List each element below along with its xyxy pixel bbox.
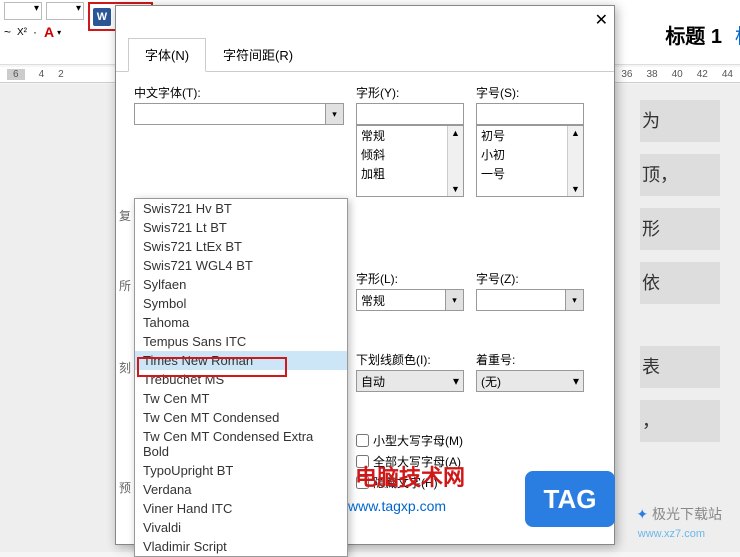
document-text: 为 顶， 形 依 表 ， [640, 100, 720, 454]
font-option[interactable]: Tahoma [135, 313, 347, 332]
font-size-dd[interactable] [46, 2, 84, 20]
font-option[interactable]: Tempus Sans ITC [135, 332, 347, 351]
ruler-mark: 38 [647, 69, 658, 80]
font-option[interactable]: Symbol [135, 294, 347, 313]
font-option[interactable]: Trebuchet MS [135, 370, 347, 389]
font-option-selected[interactable]: Times New Roman [135, 351, 347, 370]
watermark-text-2: 极光下载站 [636, 504, 722, 524]
doc-line: 表 [640, 346, 720, 388]
size-input[interactable] [476, 103, 584, 125]
style-heading2[interactable]: 标 [735, 20, 740, 49]
underline-color-select[interactable]: 自动 ▾ [356, 370, 464, 392]
dash-icon: ~ [4, 25, 11, 39]
font-option[interactable]: Vladimir Script [135, 537, 347, 556]
emphasis-label: 着重号: [476, 351, 584, 368]
doc-line: 依 [640, 262, 720, 304]
scroll-down-icon[interactable]: ▼ [569, 182, 582, 196]
chevron-down-icon[interactable]: ▾ [445, 290, 463, 310]
size-z-select[interactable]: ▾ [476, 289, 584, 311]
checkbox-icon[interactable] [356, 434, 369, 447]
ruler-mark: 40 [672, 69, 683, 80]
scrollbar[interactable]: ▲ ▼ [447, 126, 463, 196]
size-listbox[interactable]: 初号 小初 一号 ▲ ▼ [476, 125, 584, 197]
font-color-icon[interactable]: A [44, 24, 54, 40]
scroll-down-icon[interactable]: ▼ [449, 182, 462, 196]
doc-line: ， [640, 400, 720, 442]
ruler-mark: 2 [58, 69, 64, 80]
scroll-up-icon[interactable]: ▲ [449, 126, 462, 140]
chevron-down-icon[interactable]: ▾ [573, 374, 579, 388]
close-button[interactable]: ✕ [595, 10, 608, 30]
style-l-select[interactable]: 常规 ▾ [356, 289, 464, 311]
underline-color-value: 自动 [361, 373, 385, 390]
side-char: 预 [119, 479, 131, 496]
superscript-icon[interactable]: X² [14, 25, 30, 40]
scrollbar[interactable]: ▲ ▼ [567, 126, 583, 196]
ruler-mark: 6 [7, 69, 25, 80]
font-option[interactable]: TypoUpright BT [135, 461, 347, 480]
ruler-mark: 44 [722, 69, 733, 80]
font-option[interactable]: Swis721 Hv BT [135, 199, 347, 218]
doc-line: 为 [640, 100, 720, 142]
side-char: 复 [119, 207, 131, 224]
watermark-text: 电脑技术网 [355, 460, 465, 492]
font-option[interactable]: Vivaldi [135, 518, 347, 537]
font-option[interactable]: Tw Cen MT Condensed [135, 408, 347, 427]
style-label: 字形(Y): [356, 84, 464, 101]
style-l-label: 字形(L): [356, 270, 464, 287]
ruler-mark: 42 [697, 69, 708, 80]
side-char: 所 [119, 277, 131, 294]
size-label: 字号(S): [476, 84, 584, 101]
tab-font[interactable]: 字体(N) [128, 38, 206, 72]
font-option[interactable]: Swis721 LtEx BT [135, 237, 347, 256]
font-name-dd[interactable] [4, 2, 42, 20]
font-option[interactable]: Verdana [135, 480, 347, 499]
font-option[interactable]: Swis721 Lt BT [135, 218, 347, 237]
doc-line: 形 [640, 208, 720, 250]
word-icon: W [93, 8, 111, 26]
scroll-up-icon[interactable]: ▲ [569, 126, 582, 140]
ruler-mark: 36 [621, 69, 632, 80]
doc-line: 顶， [640, 154, 720, 196]
chevron-down-icon[interactable]: ▾ [453, 374, 459, 388]
watermark-url: www.tagxp.com [348, 498, 446, 514]
tag-badge: TAG [525, 471, 615, 527]
tab-row: 字体(N) 字符间距(R) [116, 38, 614, 72]
cn-font-label: 中文字体(T): [134, 84, 344, 101]
chevron-down-icon[interactable]: ▾ [565, 290, 583, 310]
underline-color-label: 下划线颜色(I): [356, 351, 464, 368]
font-option[interactable]: Sylfaen [135, 275, 347, 294]
font-option[interactable]: Swis721 WGL4 BT [135, 256, 347, 275]
emphasis-value: (无) [481, 373, 501, 390]
dot-icon: · [33, 25, 37, 39]
chevron-down-icon[interactable]: ▾ [57, 28, 61, 37]
style-input[interactable] [356, 103, 464, 125]
tab-spacing[interactable]: 字符间距(R) [206, 38, 310, 71]
side-char: 刻 [119, 359, 131, 376]
west-font-dropdown-list[interactable]: 复 所 刻 预 Swis721 Hv BT Swis721 Lt BT Swis… [134, 198, 348, 557]
font-option[interactable]: Tw Cen MT Condensed Extra Bold [135, 427, 347, 461]
emphasis-select[interactable]: (无) ▾ [476, 370, 584, 392]
watermark-url-2: www.xz7.com [638, 528, 705, 540]
font-option[interactable]: Viner Hand ITC [135, 499, 347, 518]
chevron-down-icon[interactable]: ▾ [325, 104, 343, 124]
style-listbox[interactable]: 常规 倾斜 加粗 ▲ ▼ [356, 125, 464, 197]
small-caps-checkbox[interactable]: 小型大写字母(M) [356, 432, 596, 449]
style-heading1[interactable]: 标题 1 [665, 20, 722, 49]
cn-font-select[interactable]: ▾ [134, 103, 344, 125]
checkbox-label: 小型大写字母(M) [373, 432, 463, 449]
style-l-value: 常规 [361, 292, 385, 309]
ruler-mark: 4 [39, 69, 45, 80]
size-z-label: 字号(Z): [476, 270, 584, 287]
font-option[interactable]: Tw Cen MT [135, 389, 347, 408]
